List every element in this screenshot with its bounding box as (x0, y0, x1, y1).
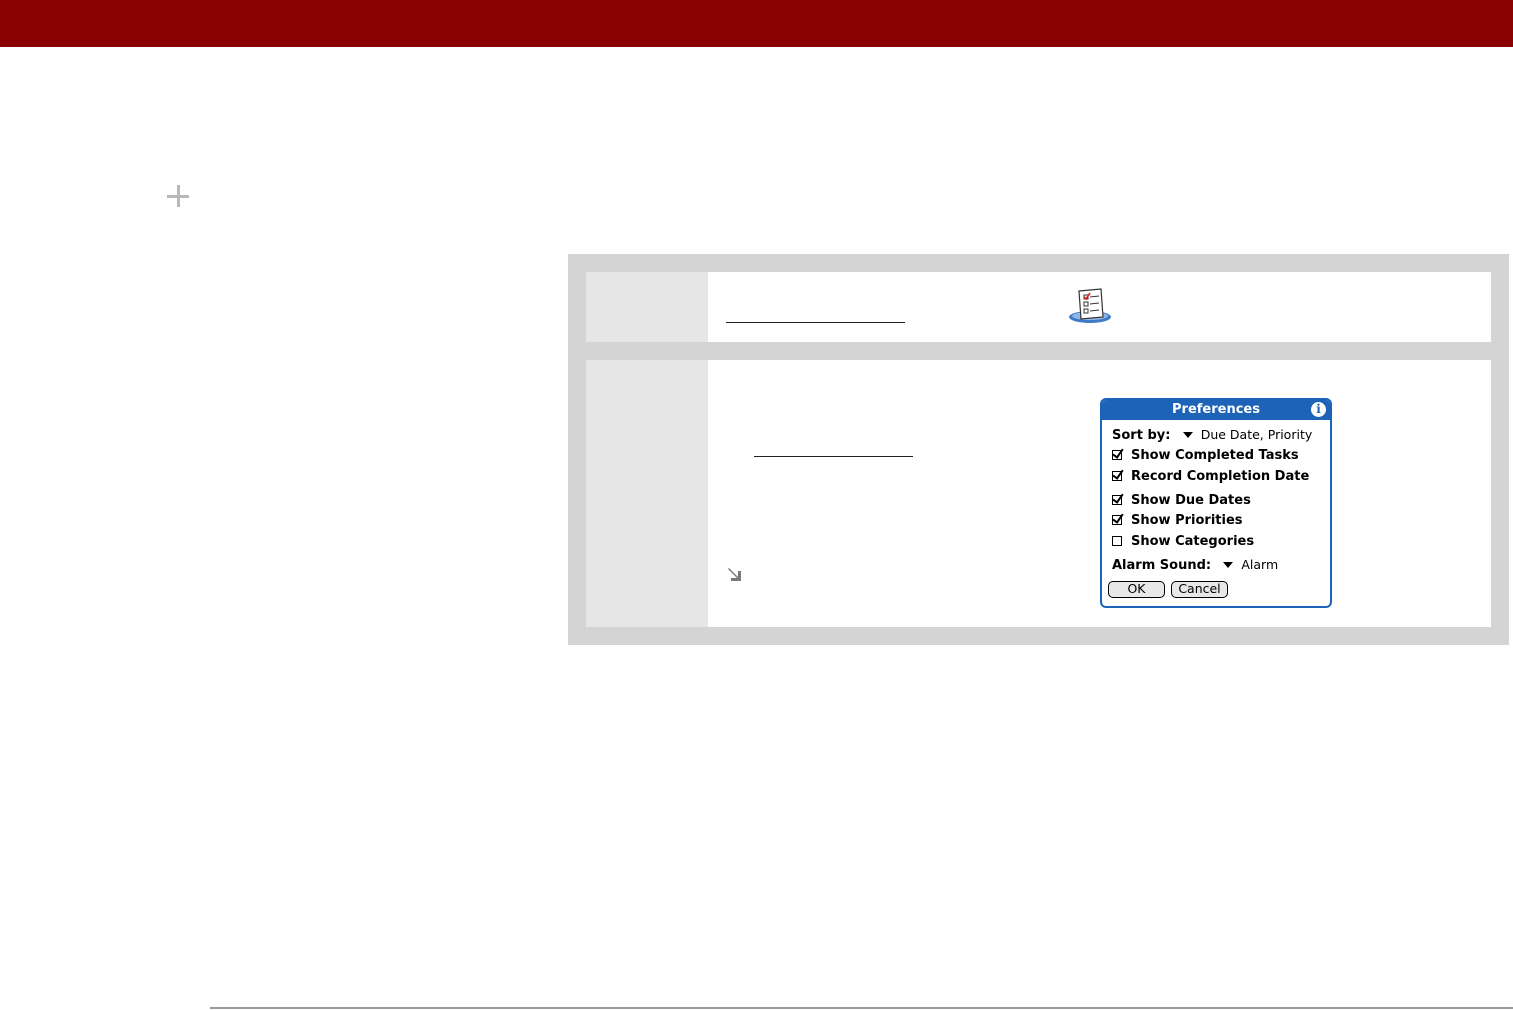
step-number-cell (586, 272, 708, 342)
sort-by-label: Sort by: (1112, 428, 1171, 443)
dialog-title: Preferences (1172, 402, 1260, 417)
step-number-cell (586, 360, 708, 627)
step-body: Preferences i Sort by: Due Date, Priorit… (708, 360, 1491, 627)
arrow-down-right-icon (726, 562, 748, 584)
checkbox-show-due-dates[interactable]: Show Due Dates (1112, 493, 1251, 508)
sort-by-value[interactable]: Due Date, Priority (1201, 427, 1313, 442)
checkbox-label: Show Categories (1131, 534, 1255, 549)
checkbox-show-priorities[interactable]: Show Priorities (1112, 513, 1243, 528)
alarm-sound-value[interactable]: Alarm (1241, 557, 1278, 572)
tasks-app-icon (1067, 287, 1113, 325)
sort-by-row: Sort by: Due Date, Priority (1112, 427, 1312, 443)
checkbox-icon[interactable] (1112, 515, 1122, 525)
steps-panel: Preferences i Sort by: Due Date, Priorit… (568, 254, 1509, 645)
hyperlink-underline[interactable] (726, 322, 905, 323)
checkbox-show-completed-tasks[interactable]: Show Completed Tasks (1112, 448, 1299, 463)
header-bar (0, 0, 1513, 47)
info-icon[interactable]: i (1311, 402, 1326, 417)
checkbox-label: Record Completion Date (1131, 469, 1310, 484)
checkbox-icon[interactable] (1112, 450, 1122, 460)
checkbox-label: Show Priorities (1131, 513, 1243, 528)
footer-rule (210, 1007, 1513, 1009)
checkbox-icon[interactable] (1112, 471, 1122, 481)
alarm-sound-row: Alarm Sound: Alarm (1112, 557, 1278, 573)
checkbox-icon[interactable] (1112, 536, 1122, 546)
checkbox-label: Show Completed Tasks (1131, 448, 1299, 463)
dropdown-arrow-icon[interactable] (1182, 431, 1193, 438)
step-1 (586, 272, 1491, 342)
dropdown-arrow-icon[interactable] (1223, 561, 1234, 568)
hyperlink-underline[interactable] (754, 456, 913, 457)
step-2: Preferences i Sort by: Due Date, Priorit… (586, 360, 1491, 627)
preferences-dialog: Preferences i Sort by: Due Date, Priorit… (1100, 398, 1332, 608)
checkbox-record-completion-date[interactable]: Record Completion Date (1112, 469, 1309, 484)
checkbox-label: Show Due Dates (1131, 493, 1251, 508)
checkbox-icon[interactable] (1112, 495, 1122, 505)
alarm-sound-label: Alarm Sound: (1112, 558, 1212, 573)
cancel-button[interactable]: Cancel (1171, 581, 1228, 598)
checkbox-show-categories[interactable]: Show Categories (1112, 534, 1254, 549)
info-glyph: i (1316, 402, 1321, 416)
ok-button[interactable]: OK (1108, 581, 1165, 598)
plus-icon[interactable] (166, 184, 190, 208)
step-body (708, 272, 1491, 342)
dialog-title-bar: Preferences i (1102, 400, 1330, 420)
